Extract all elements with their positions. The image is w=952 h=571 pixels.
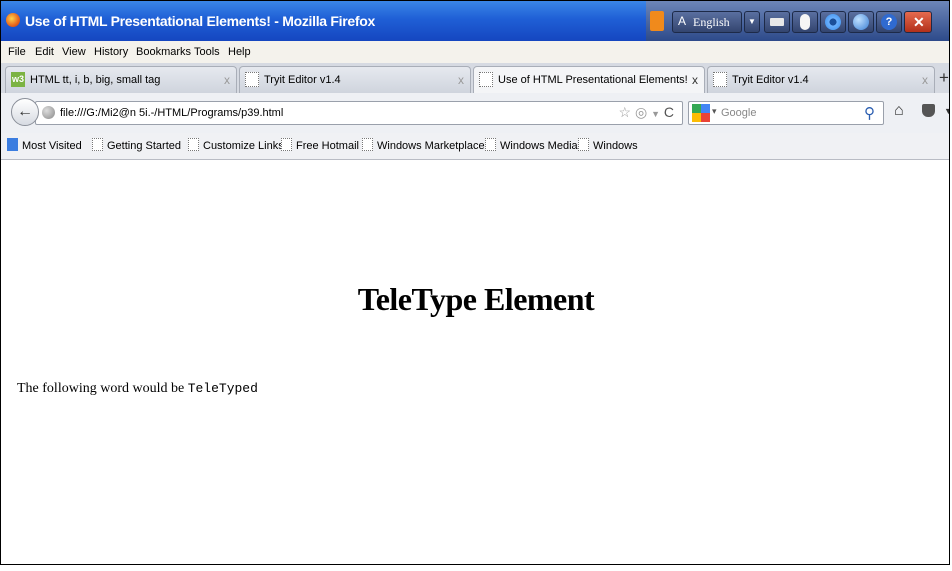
bookmark-most-visited[interactable]: Most Visited: [7, 138, 82, 152]
globe-icon: [853, 14, 869, 30]
url-bar-actions: ☆ ◎ ▼ C: [619, 104, 675, 121]
bookmark-label: Getting Started: [107, 140, 181, 152]
tab-label: Tryit Editor v1.4: [732, 74, 809, 86]
app-tray-icon[interactable]: [650, 11, 664, 31]
page-heading: TeleType Element: [357, 281, 595, 317]
google-icon[interactable]: [692, 104, 710, 122]
url-bar[interactable]: file:///G:/Mi2@n 5i.-/HTML/Programs/p39.…: [35, 101, 683, 125]
tab-tryit-editor[interactable]: Tryit Editor v1.4 x: [239, 66, 471, 93]
bookmark-windows-marketplace[interactable]: Windows Marketplace: [362, 138, 485, 152]
navigation-bar: file:///G:/Mi2@n 5i.-/HTML/Programs/p39.…: [1, 93, 949, 134]
bookmark-label: Free Hotmail: [296, 140, 359, 152]
home-icon[interactable]: ⌂: [894, 102, 904, 120]
bookmark-icon: [188, 138, 199, 151]
tab-label: Use of HTML Presentational Elements!: [498, 74, 688, 86]
search-engine-dropdown-icon[interactable]: ▾: [712, 106, 717, 117]
window-title: Use of HTML Presentational Elements! - M…: [25, 13, 375, 29]
menu-bar: File Edit View History Bookmarks Tools H…: [1, 41, 949, 64]
bookmark-getting-started[interactable]: Getting Started: [92, 138, 181, 152]
bookmark-label: Customize Links: [203, 140, 284, 152]
bookmark-icon: [281, 138, 292, 151]
paragraph-text: The following word would be: [17, 381, 188, 396]
tab-label: HTML tt, i, b, big, small tag: [30, 74, 161, 86]
toolbar-menu-dropdown-icon[interactable]: ▼: [944, 106, 949, 116]
globe-button[interactable]: [848, 11, 874, 33]
tab-bar: w3 HTML tt, i, b, big, small tag x Tryit…: [1, 63, 949, 94]
keyboard-button[interactable]: [764, 11, 790, 33]
tab-close-icon[interactable]: x: [458, 73, 464, 87]
language-dropdown-button[interactable]: ▼: [744, 11, 760, 33]
menu-view[interactable]: View: [62, 46, 86, 58]
reload-icon[interactable]: C: [664, 104, 674, 120]
back-button[interactable]: ←: [11, 98, 39, 126]
new-tab-button[interactable]: +: [939, 68, 949, 88]
tab-close-icon[interactable]: x: [224, 73, 230, 87]
keyboard-icon: [770, 18, 784, 26]
close-icon: ✕: [913, 14, 925, 30]
bookmark-star-icon[interactable]: ☆: [619, 104, 632, 120]
pocket-icon[interactable]: ◎: [635, 104, 647, 120]
site-identity-icon[interactable]: [42, 106, 55, 119]
menu-tools[interactable]: Tools: [194, 46, 220, 58]
save-to-pocket-icon[interactable]: [922, 104, 935, 117]
page-favicon-icon: [479, 72, 493, 87]
tab-close-icon[interactable]: x: [922, 73, 928, 87]
back-arrow-icon: ←: [17, 103, 33, 120]
menu-bookmarks[interactable]: Bookmarks: [136, 46, 191, 58]
language-label: English: [693, 15, 730, 29]
page-favicon-icon: [245, 72, 259, 87]
page-content: TeleType Element The following word woul…: [1, 160, 949, 564]
page-paragraph: The following word would be TeleTyped: [17, 381, 258, 397]
tab-label: Tryit Editor v1.4: [264, 74, 341, 86]
teletype-word: TeleTyped: [187, 381, 258, 396]
bookmark-icon: [92, 138, 103, 151]
search-icon[interactable]: ⚲: [864, 104, 875, 122]
menu-edit[interactable]: Edit: [35, 46, 54, 58]
bookmark-icon: [578, 138, 589, 151]
url-text[interactable]: file:///G:/Mi2@n 5i.-/HTML/Programs/p39.…: [60, 107, 283, 119]
help-button[interactable]: ?: [876, 11, 902, 33]
bookmarks-toolbar: Most Visited Getting Started Customize L…: [1, 133, 949, 160]
tab-tryit-editor-2[interactable]: Tryit Editor v1.4 x: [707, 66, 935, 93]
firefox-logo-icon: [6, 13, 20, 27]
menu-file[interactable]: File: [8, 46, 26, 58]
tab-html-tags[interactable]: w3 HTML tt, i, b, big, small tag x: [5, 66, 237, 93]
bookmark-windows-media[interactable]: Windows Media: [485, 138, 578, 152]
bookmark-free-hotmail[interactable]: Free Hotmail: [281, 138, 359, 152]
bookmark-label: Windows: [593, 140, 638, 152]
language-button[interactable]: A English: [672, 11, 742, 33]
mouse-icon: [800, 14, 810, 30]
browser-window: Use of HTML Presentational Elements! - M…: [0, 0, 950, 565]
search-input[interactable]: Google: [721, 107, 756, 119]
bookmark-label: Windows Media: [500, 140, 578, 152]
bookmark-label: Most Visited: [22, 140, 82, 152]
history-dropdown-icon[interactable]: ▼: [651, 109, 660, 119]
search-bar[interactable]: ▾ Google ⚲: [688, 101, 884, 125]
help-icon: ?: [881, 14, 897, 30]
system-tray: A English ▼ ? ✕: [646, 1, 949, 41]
gear-icon: [825, 14, 841, 30]
page-favicon-icon: [713, 72, 727, 87]
bookmark-label: Windows Marketplace: [377, 140, 485, 152]
bookmark-icon: [362, 138, 373, 151]
close-window-button[interactable]: ✕: [904, 11, 932, 33]
language-icon: A: [678, 14, 687, 28]
tab-presentational-elements[interactable]: Use of HTML Presentational Elements! x: [473, 66, 705, 94]
mouse-button[interactable]: [792, 11, 818, 33]
most-visited-icon: [7, 138, 18, 151]
menu-help[interactable]: Help: [228, 46, 251, 58]
settings-button[interactable]: [820, 11, 846, 33]
bookmark-windows[interactable]: Windows: [578, 138, 638, 152]
bookmark-customize-links[interactable]: Customize Links: [188, 138, 284, 152]
menu-history[interactable]: History: [94, 46, 128, 58]
tab-close-icon[interactable]: x: [692, 73, 698, 87]
title-bar: Use of HTML Presentational Elements! - M…: [1, 1, 949, 41]
bookmark-icon: [485, 138, 496, 151]
w3schools-favicon-icon: w3: [11, 72, 25, 87]
